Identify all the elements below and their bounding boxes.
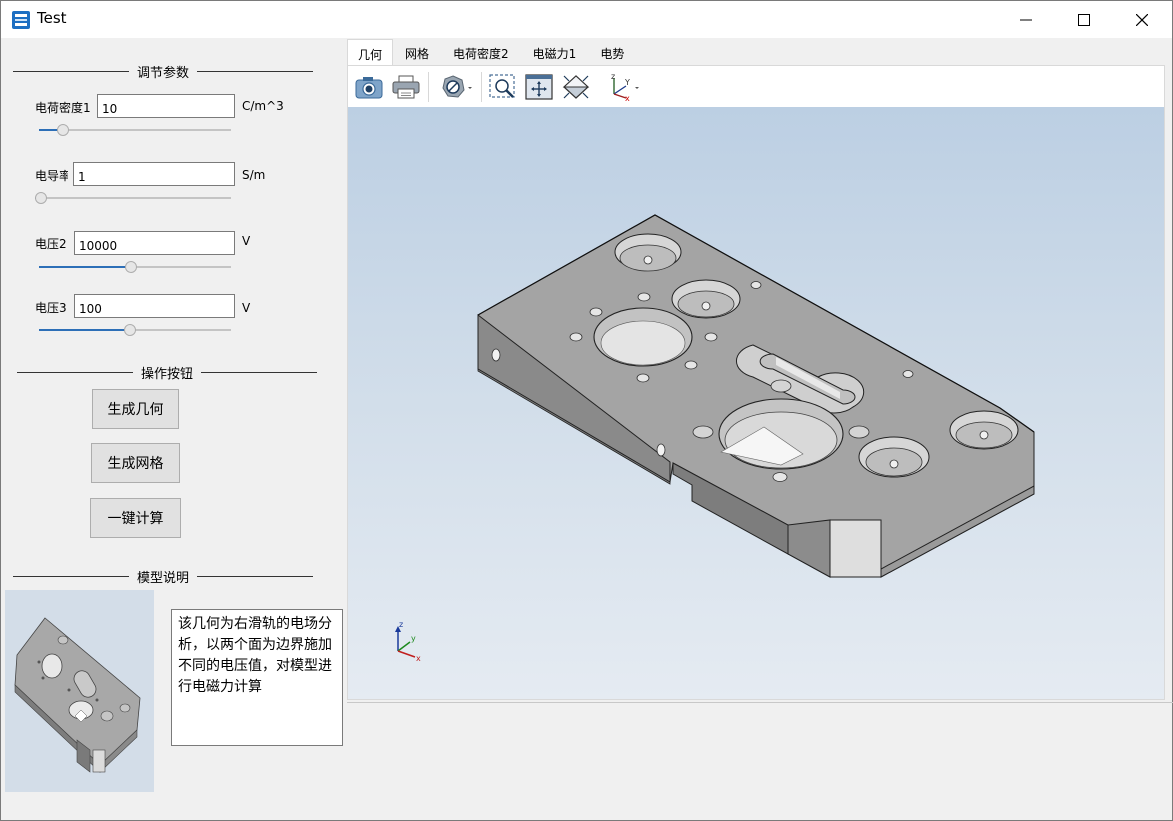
minimize-icon xyxy=(1020,19,1032,20)
charge-density-slider[interactable] xyxy=(39,124,231,136)
3d-viewport[interactable]: z y x xyxy=(347,107,1165,700)
zoom-box-button[interactable] xyxy=(487,72,519,102)
maximize-button[interactable] xyxy=(1055,1,1113,38)
model-thumbnail xyxy=(14,617,141,773)
params-group-title: 调节参数 xyxy=(137,65,190,81)
voltage2-input[interactable] xyxy=(74,231,235,255)
voltage3-label: 电压3 xyxy=(35,301,67,315)
svg-text:Y: Y xyxy=(624,78,630,87)
toolbar-separator xyxy=(481,72,482,102)
model-group-header: 模型说明 xyxy=(13,566,314,586)
actions-group-title: 操作按钮 xyxy=(141,366,194,382)
tab-em-force1[interactable]: 电磁力1 xyxy=(521,39,589,65)
axes-icon: z Y x xyxy=(611,72,639,102)
svg-text:z: z xyxy=(611,72,615,81)
voltage3-slider[interactable] xyxy=(39,324,231,336)
slider-thumb[interactable] xyxy=(57,124,69,136)
view-orientation-dropdown-button[interactable]: z Y x xyxy=(603,72,643,102)
tab-mesh[interactable]: 网格 xyxy=(393,39,441,65)
svg-text:x: x xyxy=(625,94,630,102)
generate-geometry-button[interactable]: 生成几何 xyxy=(92,389,179,429)
maximize-icon xyxy=(1078,13,1090,26)
conductivity-slider[interactable] xyxy=(35,192,231,204)
conductivity-input[interactable] xyxy=(73,162,235,186)
3d-model-render: z y x xyxy=(395,214,1035,663)
voltage2-slider[interactable] xyxy=(39,261,231,273)
minimize-button[interactable] xyxy=(997,1,1055,38)
bottom-separator xyxy=(347,702,1173,703)
app-icon xyxy=(12,11,30,29)
app-window: Test 调节参数 电荷密度1 C/m^3 电导率 S/m 电压2 xyxy=(0,0,1173,821)
print-icon xyxy=(392,75,420,99)
toolbar-separator xyxy=(428,72,429,102)
charge-density-unit: C/m^3 xyxy=(242,99,284,113)
compute-button[interactable]: 一键计算 xyxy=(90,498,181,538)
voltage3-unit: V xyxy=(242,301,251,315)
voltage2-unit: V xyxy=(242,234,251,248)
view-tabs: 几何 网格 电荷密度2 电磁力1 电势 xyxy=(347,39,636,65)
triad-y-label: y xyxy=(411,634,416,643)
window-title: Test xyxy=(37,9,67,27)
conductivity-label: 电导率 xyxy=(35,169,68,183)
tab-geometry[interactable]: 几何 xyxy=(347,39,394,65)
slider-thumb[interactable] xyxy=(124,324,136,336)
triad-z-label: z xyxy=(399,620,403,629)
tab-charge-density2[interactable]: 电荷密度2 xyxy=(441,39,521,65)
left-panel: 调节参数 电荷密度1 C/m^3 电导率 S/m 电压2 V 电压3 V 操作 xyxy=(1,39,346,821)
charge-density-label: 电荷密度1 xyxy=(35,101,91,115)
charge-density-input[interactable] xyxy=(97,94,235,118)
params-group-header: 调节参数 xyxy=(13,61,314,81)
zoom-extents-icon xyxy=(525,74,553,100)
title-bar: Test xyxy=(1,1,1172,38)
close-button[interactable] xyxy=(1113,1,1171,38)
zoom-extents-button[interactable] xyxy=(523,72,555,102)
visibility-dropdown-button[interactable] xyxy=(439,72,475,102)
slider-thumb[interactable] xyxy=(35,192,47,204)
zoom-box-icon xyxy=(489,74,515,98)
conductivity-unit: S/m xyxy=(242,168,266,182)
model-group-title: 模型说明 xyxy=(137,570,190,586)
right-panel: 几何 网格 电荷密度2 电磁力1 电势 z Y x z y x xyxy=(347,39,1173,821)
isometric-view-icon xyxy=(562,75,590,99)
print-button[interactable] xyxy=(390,72,422,102)
tab-potential[interactable]: 电势 xyxy=(588,39,636,65)
screenshot-button[interactable] xyxy=(353,72,385,102)
triad-x-label: x xyxy=(416,654,421,663)
view-toolbar: z Y x xyxy=(347,65,1165,107)
hide-icon xyxy=(442,75,472,98)
close-icon xyxy=(1136,13,1148,26)
isometric-view-button[interactable] xyxy=(560,72,592,102)
camera-icon xyxy=(355,77,383,99)
voltage3-input[interactable] xyxy=(74,294,235,318)
actions-group-header: 操作按钮 xyxy=(17,362,318,382)
slider-thumb[interactable] xyxy=(125,261,137,273)
voltage2-label: 电压2 xyxy=(35,237,67,251)
model-description: 该几何为右滑轨的电场分析，以两个面为边界施加不同的电压值，对模型进行电磁力计算 xyxy=(171,609,343,746)
generate-mesh-button[interactable]: 生成网格 xyxy=(91,443,180,483)
model-preview-image xyxy=(5,590,154,792)
